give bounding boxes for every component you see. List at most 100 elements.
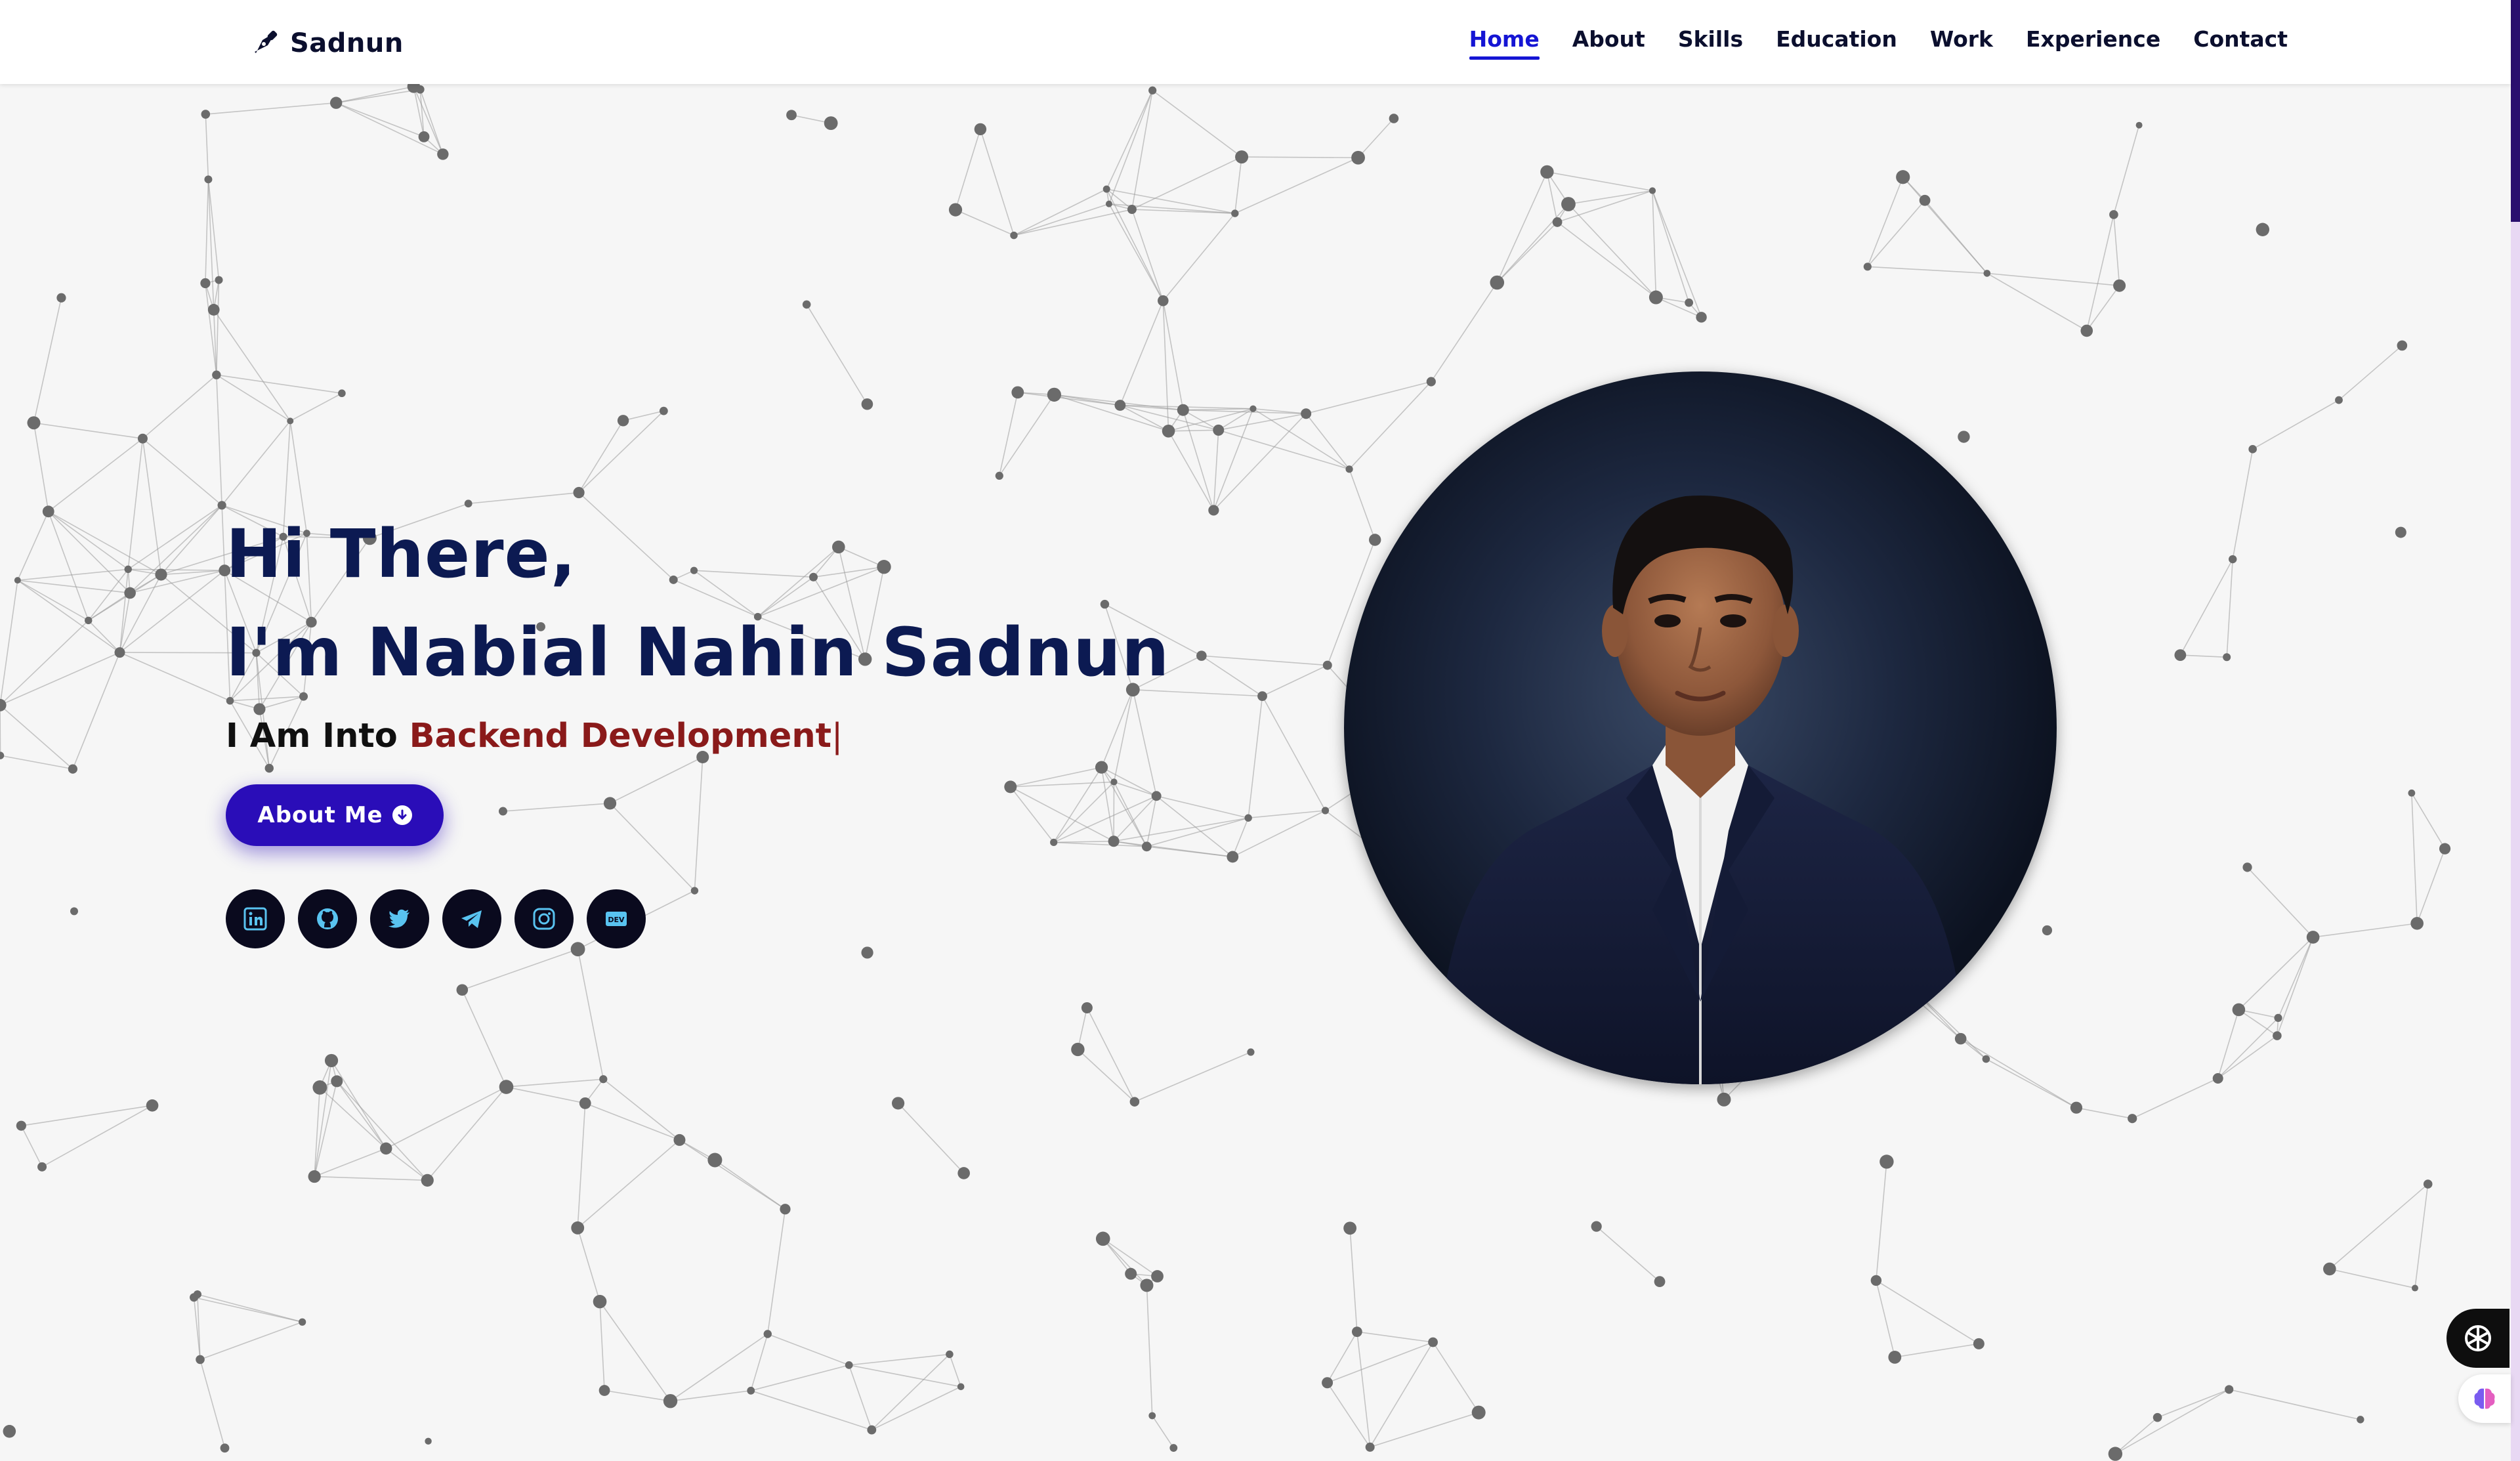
network-link	[1305, 413, 1350, 470]
network-link	[48, 511, 131, 594]
instagram-icon[interactable]	[514, 889, 574, 948]
network-link	[17, 580, 89, 622]
network-link	[47, 511, 89, 621]
network-link	[602, 1078, 680, 1141]
network-node	[2411, 1284, 2418, 1292]
profile-photo	[1344, 371, 2057, 1084]
network-link	[955, 209, 1015, 236]
network-link	[221, 505, 226, 571]
svg-text:DEV: DEV	[608, 916, 625, 924]
network-node	[1888, 1350, 1902, 1364]
network-node	[2439, 843, 2451, 855]
nav-about[interactable]: About	[1572, 26, 1645, 58]
network-link	[1867, 177, 1904, 267]
network-node	[1011, 386, 1024, 399]
network-node	[2128, 1114, 2137, 1124]
network-link	[1370, 1412, 1479, 1448]
network-link	[1652, 190, 1690, 303]
network-link	[1213, 408, 1254, 511]
network-node	[845, 1361, 853, 1369]
network-link	[1201, 655, 1263, 697]
network-link	[1201, 655, 1328, 666]
about-me-button[interactable]: About Me	[226, 784, 444, 846]
telegram-icon[interactable]	[442, 889, 501, 948]
dev-icon[interactable]: DEV	[587, 889, 646, 948]
network-node	[3, 1424, 16, 1438]
network-node	[2212, 1072, 2223, 1084]
network-link	[949, 1354, 961, 1387]
network-node	[2229, 555, 2237, 564]
network-node	[2113, 279, 2126, 292]
network-node	[220, 1443, 230, 1453]
network-node	[1648, 290, 1663, 305]
network-node	[1685, 298, 1694, 307]
network-node	[1095, 1231, 1110, 1246]
nav-work[interactable]: Work	[1930, 26, 1993, 58]
network-link	[41, 1105, 153, 1168]
network-node	[56, 293, 66, 303]
network-node	[1345, 465, 1353, 473]
network-link	[2252, 399, 2340, 450]
network-node	[1151, 1270, 1164, 1282]
network-link	[462, 948, 578, 991]
nav-experience[interactable]: Experience	[2026, 26, 2160, 58]
github-icon[interactable]	[298, 889, 357, 948]
openai-icon[interactable]	[2446, 1309, 2510, 1368]
network-node	[1250, 405, 1257, 412]
nav-contact[interactable]: Contact	[2193, 26, 2288, 58]
network-node	[425, 1437, 432, 1445]
linkedin-icon[interactable]	[226, 889, 285, 948]
network-link	[48, 511, 161, 576]
network-link	[1162, 213, 1236, 301]
network-node	[1081, 1002, 1093, 1013]
network-link	[2329, 1183, 2429, 1269]
network-node	[456, 984, 469, 996]
network-link	[577, 1227, 600, 1302]
network-node	[2423, 1179, 2433, 1189]
network-node	[1426, 377, 1436, 387]
network-link	[1876, 1161, 1887, 1281]
network-link	[1168, 429, 1219, 432]
network-node	[707, 1153, 723, 1168]
network-node	[1351, 1326, 1362, 1338]
network-link	[1986, 1058, 2077, 1109]
network-node	[1982, 1055, 1990, 1063]
fountain-pen-icon	[255, 30, 278, 53]
network-node	[2152, 1412, 2162, 1422]
network-link	[2338, 345, 2403, 401]
network-link	[0, 755, 74, 770]
network-link	[335, 102, 444, 155]
network-link	[871, 1386, 961, 1431]
brand-logo[interactable]: Sadnun	[248, 24, 404, 63]
network-link	[2086, 214, 2114, 331]
network-link	[1234, 157, 1358, 214]
network-node	[1125, 1267, 1137, 1280]
brain-icon[interactable]	[2458, 1374, 2511, 1423]
nav-skills[interactable]: Skills	[1678, 26, 1743, 58]
network-node	[2174, 649, 2187, 661]
nav-education[interactable]: Education	[1776, 26, 1897, 58]
network-link	[1547, 171, 1653, 192]
network-node	[861, 946, 873, 959]
scrollbar-thumb[interactable]	[2511, 0, 2520, 222]
network-node	[861, 398, 873, 410]
network-link	[577, 1103, 586, 1228]
network-node	[2223, 653, 2231, 662]
network-link	[2114, 1417, 2158, 1454]
network-node	[287, 417, 294, 425]
network-link	[679, 1139, 786, 1210]
network-link	[871, 1353, 950, 1431]
network-node	[2397, 340, 2408, 351]
network-link	[2076, 1107, 2133, 1119]
twitter-icon[interactable]	[370, 889, 429, 948]
network-link	[750, 1390, 872, 1431]
network-node	[1654, 1276, 1666, 1288]
network-link	[33, 297, 62, 423]
network-link	[999, 394, 1055, 476]
network-link	[1013, 188, 1107, 236]
nav-home[interactable]: Home	[1469, 26, 1540, 60]
typed-caret: |	[831, 717, 843, 755]
network-node	[338, 389, 346, 398]
network-link	[1349, 1228, 1358, 1332]
hero-greeting: Hi There,	[226, 515, 577, 593]
